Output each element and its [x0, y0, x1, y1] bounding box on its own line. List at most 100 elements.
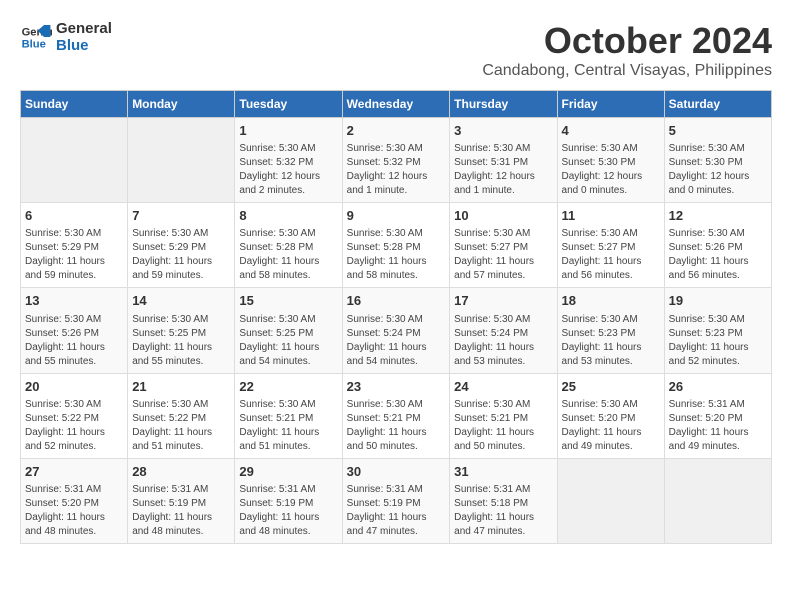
day-info: Sunrise: 5:30 AM Sunset: 5:30 PM Dayligh…	[669, 142, 767, 198]
calendar-cell: 7 Sunrise: 5:30 AM Sunset: 5:29 PM Daylig…	[128, 203, 235, 288]
calendar-cell	[557, 458, 664, 543]
calendar-cell: 22 Sunrise: 5:30 AM Sunset: 5:21 PM Dayli…	[235, 373, 342, 458]
logo-line1: General	[56, 20, 112, 37]
month-year: October 2024	[482, 20, 772, 62]
day-info: Sunrise: 5:30 AM Sunset: 5:25 PM Dayligh…	[239, 313, 337, 369]
day-number: 4	[562, 122, 660, 140]
day-number: 27	[25, 463, 123, 481]
calendar-cell: 10 Sunrise: 5:30 AM Sunset: 5:27 PM Dayli…	[450, 203, 557, 288]
day-info: Sunrise: 5:30 AM Sunset: 5:21 PM Dayligh…	[347, 398, 446, 454]
day-info: Sunrise: 5:30 AM Sunset: 5:29 PM Dayligh…	[25, 227, 123, 283]
calendar-cell: 3 Sunrise: 5:30 AM Sunset: 5:31 PM Daylig…	[450, 118, 557, 203]
calendar-cell: 26Sunrise: 5:31 AM Sunset: 5:20 PM Dayli…	[664, 373, 771, 458]
day-number: 29	[239, 463, 337, 481]
day-info: Sunrise: 5:30 AM Sunset: 5:28 PM Dayligh…	[239, 227, 337, 283]
header-day-monday: Monday	[128, 91, 235, 118]
day-info: Sunrise: 5:31 AM Sunset: 5:18 PM Dayligh…	[454, 483, 552, 539]
day-number: 8	[239, 207, 337, 225]
day-number: 2	[347, 122, 446, 140]
day-info: Sunrise: 5:30 AM Sunset: 5:21 PM Dayligh…	[454, 398, 552, 454]
calendar-table: SundayMondayTuesdayWednesdayThursdayFrid…	[20, 90, 772, 544]
header-day-sunday: Sunday	[21, 91, 128, 118]
day-number: 24	[454, 378, 552, 396]
day-number: 10	[454, 207, 552, 225]
day-info: Sunrise: 5:30 AM Sunset: 5:23 PM Dayligh…	[669, 313, 767, 369]
page-header: General Blue General Blue October 2024 C…	[20, 20, 772, 80]
day-number: 1	[239, 122, 337, 140]
header-day-friday: Friday	[557, 91, 664, 118]
calendar-cell: 15 Sunrise: 5:30 AM Sunset: 5:25 PM Dayli…	[235, 288, 342, 373]
day-info: Sunrise: 5:31 AM Sunset: 5:19 PM Dayligh…	[239, 483, 337, 539]
day-info: Sunrise: 5:30 AM Sunset: 5:22 PM Dayligh…	[132, 398, 230, 454]
day-number: 11	[562, 207, 660, 225]
calendar-cell	[664, 458, 771, 543]
day-info: Sunrise: 5:30 AM Sunset: 5:32 PM Dayligh…	[347, 142, 446, 198]
calendar-cell: 2 Sunrise: 5:30 AM Sunset: 5:32 PM Daylig…	[342, 118, 450, 203]
calendar-cell: 31 Sunrise: 5:31 AM Sunset: 5:18 PM Dayli…	[450, 458, 557, 543]
day-info: Sunrise: 5:30 AM Sunset: 5:24 PM Dayligh…	[347, 313, 446, 369]
day-info: Sunrise: 5:30 AM Sunset: 5:30 PM Dayligh…	[562, 142, 660, 198]
day-number: 12	[669, 207, 767, 225]
calendar-cell: 5 Sunrise: 5:30 AM Sunset: 5:30 PM Daylig…	[664, 118, 771, 203]
day-info: Sunrise: 5:30 AM Sunset: 5:27 PM Dayligh…	[454, 227, 552, 283]
day-number: 30	[347, 463, 446, 481]
day-info: Sunrise: 5:30 AM Sunset: 5:21 PM Dayligh…	[239, 398, 337, 454]
calendar-cell: 25 Sunrise: 5:30 AM Sunset: 5:20 PM Dayli…	[557, 373, 664, 458]
day-info: Sunrise: 5:30 AM Sunset: 5:27 PM Dayligh…	[562, 227, 660, 283]
day-number: 3	[454, 122, 552, 140]
day-number: 9	[347, 207, 446, 225]
day-info: Sunrise: 5:30 AM Sunset: 5:28 PM Dayligh…	[347, 227, 446, 283]
week-row-4: 20 Sunrise: 5:30 AM Sunset: 5:22 PM Dayli…	[21, 373, 772, 458]
day-number: 21	[132, 378, 230, 396]
day-info: Sunrise: 5:31 AM Sunset: 5:19 PM Dayligh…	[347, 483, 446, 539]
day-number: 16	[347, 292, 446, 310]
day-number: 22	[239, 378, 337, 396]
calendar-cell	[128, 118, 235, 203]
day-number: 19	[669, 292, 767, 310]
day-number: 7	[132, 207, 230, 225]
calendar-cell: 13Sunrise: 5:30 AM Sunset: 5:26 PM Dayli…	[21, 288, 128, 373]
week-row-2: 6 Sunrise: 5:30 AM Sunset: 5:29 PM Daylig…	[21, 203, 772, 288]
calendar-cell: 23 Sunrise: 5:30 AM Sunset: 5:21 PM Dayli…	[342, 373, 450, 458]
day-number: 6	[25, 207, 123, 225]
day-info: Sunrise: 5:30 AM Sunset: 5:31 PM Dayligh…	[454, 142, 552, 198]
calendar-cell: 21 Sunrise: 5:30 AM Sunset: 5:22 PM Dayli…	[128, 373, 235, 458]
day-info: Sunrise: 5:31 AM Sunset: 5:20 PM Dayligh…	[25, 483, 123, 539]
day-number: 26	[669, 378, 767, 396]
day-info: Sunrise: 5:30 AM Sunset: 5:20 PM Dayligh…	[562, 398, 660, 454]
calendar-cell: 9 Sunrise: 5:30 AM Sunset: 5:28 PM Daylig…	[342, 203, 450, 288]
day-info: Sunrise: 5:31 AM Sunset: 5:19 PM Dayligh…	[132, 483, 230, 539]
calendar-cell: 27 Sunrise: 5:31 AM Sunset: 5:20 PM Dayli…	[21, 458, 128, 543]
day-number: 23	[347, 378, 446, 396]
day-number: 5	[669, 122, 767, 140]
header-day-wednesday: Wednesday	[342, 91, 450, 118]
week-row-5: 27 Sunrise: 5:31 AM Sunset: 5:20 PM Dayli…	[21, 458, 772, 543]
day-number: 31	[454, 463, 552, 481]
calendar-cell: 29 Sunrise: 5:31 AM Sunset: 5:19 PM Dayli…	[235, 458, 342, 543]
header-day-tuesday: Tuesday	[235, 91, 342, 118]
day-info: Sunrise: 5:30 AM Sunset: 5:24 PM Dayligh…	[454, 313, 552, 369]
day-info: Sunrise: 5:30 AM Sunset: 5:22 PM Dayligh…	[25, 398, 123, 454]
day-info: Sunrise: 5:30 AM Sunset: 5:29 PM Dayligh…	[132, 227, 230, 283]
week-row-1: 1 Sunrise: 5:30 AM Sunset: 5:32 PM Daylig…	[21, 118, 772, 203]
day-info: Sunrise: 5:30 AM Sunset: 5:23 PM Dayligh…	[562, 313, 660, 369]
calendar-cell: 20 Sunrise: 5:30 AM Sunset: 5:22 PM Dayli…	[21, 373, 128, 458]
day-number: 20	[25, 378, 123, 396]
day-number: 17	[454, 292, 552, 310]
day-number: 25	[562, 378, 660, 396]
calendar-cell: 12 Sunrise: 5:30 AM Sunset: 5:26 PM Dayli…	[664, 203, 771, 288]
day-info: Sunrise: 5:30 AM Sunset: 5:26 PM Dayligh…	[25, 313, 123, 369]
header-row: SundayMondayTuesdayWednesdayThursdayFrid…	[21, 91, 772, 118]
logo-icon: General Blue	[20, 21, 52, 53]
calendar-cell: 14Sunrise: 5:30 AM Sunset: 5:25 PM Dayli…	[128, 288, 235, 373]
calendar-cell: 19 Sunrise: 5:30 AM Sunset: 5:23 PM Dayli…	[664, 288, 771, 373]
day-info: Sunrise: 5:30 AM Sunset: 5:25 PM Dayligh…	[132, 313, 230, 369]
calendar-cell: 11 Sunrise: 5:30 AM Sunset: 5:27 PM Dayli…	[557, 203, 664, 288]
header-day-saturday: Saturday	[664, 91, 771, 118]
week-row-3: 13Sunrise: 5:30 AM Sunset: 5:26 PM Dayli…	[21, 288, 772, 373]
svg-text:Blue: Blue	[22, 38, 46, 50]
calendar-cell: 24 Sunrise: 5:30 AM Sunset: 5:21 PM Dayli…	[450, 373, 557, 458]
day-number: 15	[239, 292, 337, 310]
day-info: Sunrise: 5:30 AM Sunset: 5:26 PM Dayligh…	[669, 227, 767, 283]
calendar-cell: 18Sunrise: 5:30 AM Sunset: 5:23 PM Dayli…	[557, 288, 664, 373]
